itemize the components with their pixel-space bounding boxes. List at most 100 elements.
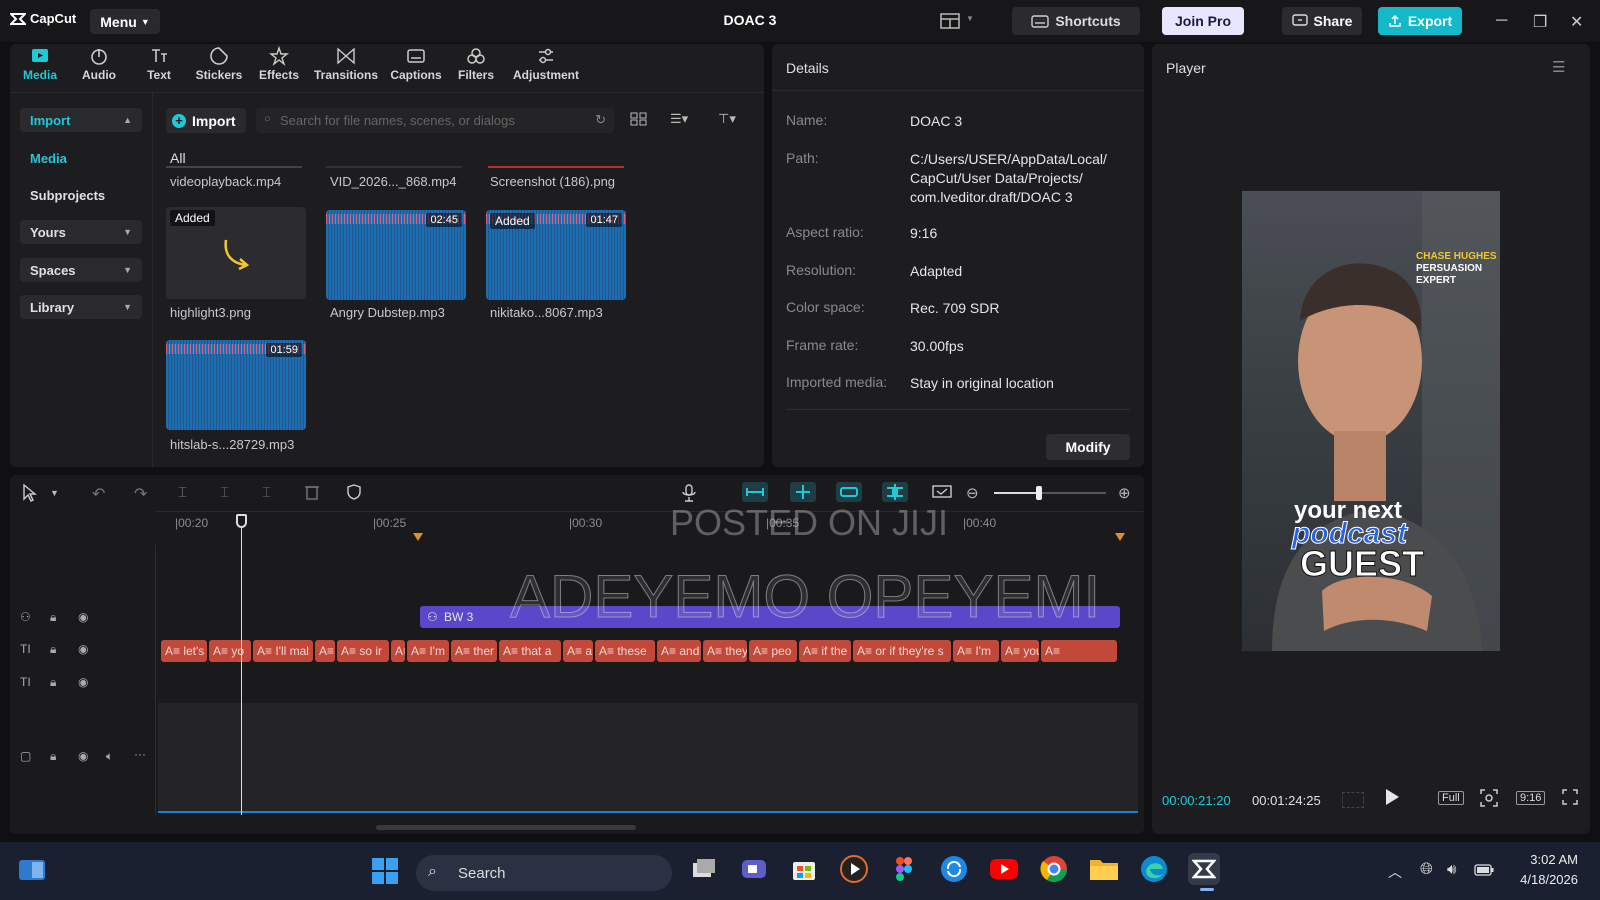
filter-icon[interactable]: ⊤▾ <box>718 111 736 127</box>
caption-clip[interactable]: A≡ they <box>703 640 747 662</box>
full-quality-button[interactable]: Full <box>1438 791 1464 805</box>
tab-stickers[interactable]: Stickers <box>194 46 244 82</box>
lock-icon[interactable]: 🔒︎ <box>50 610 56 625</box>
undo-icon[interactable]: ↶ <box>92 484 105 504</box>
sync-icon[interactable] <box>938 853 970 885</box>
refresh-icon[interactable]: ↻ <box>595 112 606 128</box>
task-view-icon[interactable] <box>688 853 720 885</box>
preview-axis-icon[interactable] <box>882 482 908 502</box>
layout-icon[interactable] <box>940 13 960 29</box>
chevron-down-icon[interactable]: ▼ <box>50 488 59 498</box>
globe-icon[interactable]: 🌐︎ <box>1420 861 1433 879</box>
search-input[interactable]: ○ Search for file names, scenes, or dial… <box>256 108 614 133</box>
meet-icon[interactable] <box>738 853 770 885</box>
eye-icon[interactable]: ◉ <box>78 749 88 763</box>
more-icon[interactable]: ··· <box>134 747 146 761</box>
microphone-icon[interactable] <box>682 484 696 502</box>
playhead[interactable] <box>241 515 242 815</box>
caption-clip[interactable]: A≡ and <box>657 640 701 662</box>
split-left-icon[interactable]: ⌶ <box>220 484 229 501</box>
caption-clip[interactable]: A≡ <box>391 640 405 662</box>
tab-transitions[interactable]: Transitions <box>312 46 380 82</box>
widgets-icon[interactable] <box>18 858 46 882</box>
filter-all-tab[interactable]: All <box>170 150 186 166</box>
taskbar-search[interactable]: ⌕ Search <box>416 855 672 891</box>
focus-icon[interactable] <box>1480 789 1498 807</box>
delete-icon[interactable] <box>304 484 320 500</box>
export-button[interactable]: Export <box>1378 7 1462 35</box>
auto-snap-icon[interactable] <box>790 482 816 502</box>
tab-effects[interactable]: Effects <box>258 46 300 82</box>
caption-clip[interactable]: A≡ so ir <box>337 640 389 662</box>
tab-adjustment[interactable]: Adjustment <box>510 46 582 82</box>
caption-clip[interactable]: A≡ a <box>563 640 593 662</box>
chevron-up-icon[interactable]: ︿ <box>1388 862 1402 882</box>
caption-clip[interactable]: A≡ <box>1041 640 1117 662</box>
media-item-nikitako[interactable]: Added 01:47 <box>486 210 626 300</box>
caption-clip[interactable]: A≡ if the <box>799 640 851 662</box>
eye-icon[interactable]: ◉ <box>78 675 88 689</box>
lock-icon[interactable]: 🔒︎ <box>50 642 56 657</box>
tab-filters[interactable]: Filters <box>456 46 496 82</box>
caption-clip[interactable]: A≡ you m <box>1001 640 1039 662</box>
tab-text[interactable]: Text <box>140 46 178 82</box>
capcut-taskbar-icon[interactable] <box>1188 853 1220 885</box>
timeline-scrollbar[interactable] <box>376 825 636 830</box>
video-preview[interactable]: CHASE HUGHES PERSUASION EXPERT your next… <box>1242 191 1500 651</box>
sort-icon[interactable]: ☰▾ <box>670 111 688 127</box>
select-tool-icon[interactable] <box>22 484 38 502</box>
caption-clip[interactable]: A≡ <box>315 640 335 662</box>
battery-icon[interactable] <box>1474 864 1494 876</box>
lock-icon[interactable]: 🔒︎ <box>50 675 56 690</box>
caption-clip[interactable]: A≡ I'm <box>953 640 999 662</box>
menu-button[interactable]: Menu ▼ <box>90 9 160 34</box>
eye-icon[interactable]: ◉ <box>78 642 88 656</box>
playhead-handle[interactable] <box>236 514 247 528</box>
ratio-button[interactable]: 9:16 <box>1516 791 1546 805</box>
linkage-icon[interactable] <box>836 482 862 502</box>
media-player-icon[interactable] <box>838 853 870 885</box>
lock-icon[interactable]: 🔒︎ <box>50 749 56 764</box>
play-icon[interactable] <box>1384 788 1400 806</box>
sidebar-item-yours[interactable]: Yours ▼ <box>20 220 142 244</box>
file-explorer-icon[interactable] <box>1088 853 1120 885</box>
eye-icon[interactable]: ◉ <box>78 610 88 624</box>
shortcuts-button[interactable]: Shortcuts <box>1012 7 1140 35</box>
redo-icon[interactable]: ↷ <box>134 484 147 504</box>
caption-clip[interactable]: A≡ or if they're s <box>853 640 951 662</box>
join-pro-button[interactable]: Join Pro <box>1162 7 1244 35</box>
caption-clip[interactable]: A≡ I'll mal <box>253 640 313 662</box>
timecode-grid-icon[interactable] <box>1342 792 1364 808</box>
sidebar-item-import[interactable]: Import ▲ <box>20 108 142 132</box>
sidebar-item-library[interactable]: Library ▼ <box>20 295 142 319</box>
store-icon[interactable] <box>788 853 820 885</box>
main-track[interactable] <box>158 703 1138 813</box>
chrome-icon[interactable] <box>1038 853 1070 885</box>
media-item-angry-dubstep[interactable]: 02:45 <box>326 210 466 300</box>
sidebar-item-spaces[interactable]: Spaces ▼ <box>20 258 142 282</box>
caption-clip[interactable]: A≡ I'm <box>407 640 449 662</box>
main-track-magnet-icon[interactable] <box>742 482 768 502</box>
share-button[interactable]: Share <box>1282 7 1362 35</box>
figma-icon[interactable] <box>888 853 920 885</box>
volume-icon[interactable]: 🔊︎ <box>1447 861 1456 878</box>
marker-icon[interactable] <box>1115 533 1125 541</box>
sidebar-item-media[interactable]: Media <box>20 146 142 170</box>
media-item-hitslab[interactable]: 01:59 <box>166 340 306 430</box>
marker-icon[interactable] <box>413 533 423 541</box>
split-right-icon[interactable]: ⌶ <box>262 484 271 501</box>
youtube-icon[interactable] <box>988 853 1020 885</box>
minimize-icon[interactable]: ─ <box>1496 12 1507 30</box>
close-icon[interactable]: ✕ <box>1570 12 1583 32</box>
zoom-slider[interactable] <box>994 486 1106 500</box>
edge-icon[interactable] <box>1138 853 1170 885</box>
caption-clip[interactable]: A≡ these <box>595 640 655 662</box>
split-icon[interactable]: ⌶ <box>178 484 187 501</box>
caption-clip[interactable]: A≡ ther <box>451 640 497 662</box>
media-item-highlight3[interactable]: Added <box>166 207 306 299</box>
shield-icon[interactable] <box>346 484 362 500</box>
windows-start-icon[interactable] <box>372 858 398 884</box>
fullscreen-icon[interactable] <box>1562 789 1578 805</box>
speaker-icon[interactable]: 🔈︎ <box>106 749 113 764</box>
import-button[interactable]: + Import <box>166 108 246 133</box>
